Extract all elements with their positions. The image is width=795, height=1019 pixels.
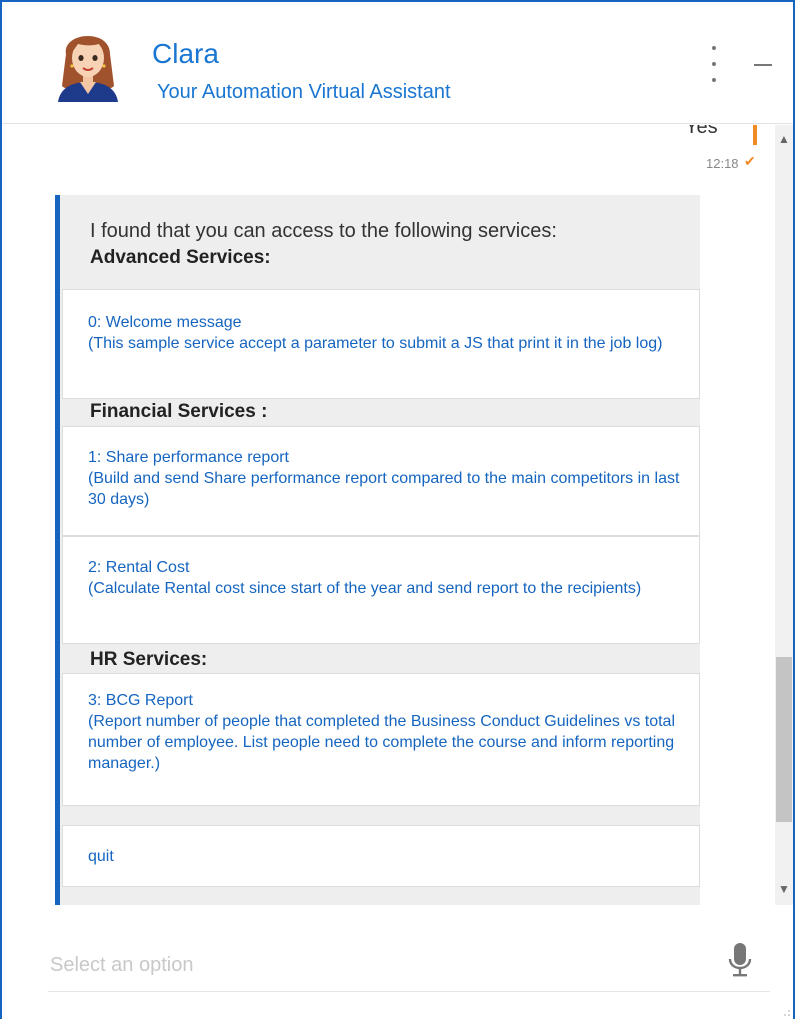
option-label: 1: Share performance report (Build and s… xyxy=(88,449,680,508)
user-message-text: Yes xyxy=(685,125,718,138)
chat-scrollbar[interactable]: ▲ ▼ xyxy=(775,125,793,905)
resize-grip-icon[interactable] xyxy=(783,1009,791,1017)
chat-transcript: Yes 12:18 ✔ I found that you can access … xyxy=(2,125,793,905)
option-share-performance-report[interactable]: 1: Share performance report (Build and s… xyxy=(62,426,700,536)
assistant-avatar-icon xyxy=(58,35,118,102)
option-welcome-message[interactable]: 0: Welcome message (This sample service … xyxy=(62,289,700,399)
message-input-area xyxy=(2,905,793,1019)
bot-intro-text: I found that you can access to the follo… xyxy=(90,220,557,242)
chat-header: Clara Your Automation Virtual Assistant xyxy=(2,2,793,124)
input-underline xyxy=(48,991,770,992)
scroll-up-icon[interactable]: ▲ xyxy=(775,131,793,147)
more-options-button[interactable] xyxy=(702,46,726,82)
option-label: 0: Welcome message (This sample service … xyxy=(88,314,663,352)
chat-window: Clara Your Automation Virtual Assistant … xyxy=(0,0,795,1019)
option-label: 2: Rental Cost (Calculate Rental cost si… xyxy=(88,559,642,597)
bot-message-bubble: I found that you can access to the follo… xyxy=(55,195,700,905)
message-input[interactable] xyxy=(50,947,710,983)
option-quit[interactable]: quit xyxy=(62,825,700,887)
option-label: quit xyxy=(88,848,114,865)
option-rental-cost[interactable]: 2: Rental Cost (Calculate Rental cost si… xyxy=(62,536,700,644)
scroll-down-icon[interactable]: ▼ xyxy=(775,881,793,897)
option-label: 3: BCG Report (Report number of people t… xyxy=(88,692,675,772)
check-icon: ✔ xyxy=(744,153,756,169)
bot-subtitle: Your Automation Virtual Assistant xyxy=(157,81,451,103)
message-timestamp: 12:18 xyxy=(706,156,739,171)
user-message-accent-bar xyxy=(753,125,757,145)
minimize-button[interactable] xyxy=(754,64,772,66)
microphone-icon[interactable] xyxy=(728,941,752,981)
section-title-financial: Financial Services : xyxy=(90,401,268,422)
section-title-advanced: Advanced Services: xyxy=(90,247,271,268)
bot-name: Clara xyxy=(152,38,219,69)
section-title-hr: HR Services: xyxy=(90,649,208,670)
option-bcg-report[interactable]: 3: BCG Report (Report number of people t… xyxy=(62,673,700,806)
kebab-menu-icon xyxy=(712,46,716,50)
scrollbar-thumb[interactable] xyxy=(776,657,792,822)
